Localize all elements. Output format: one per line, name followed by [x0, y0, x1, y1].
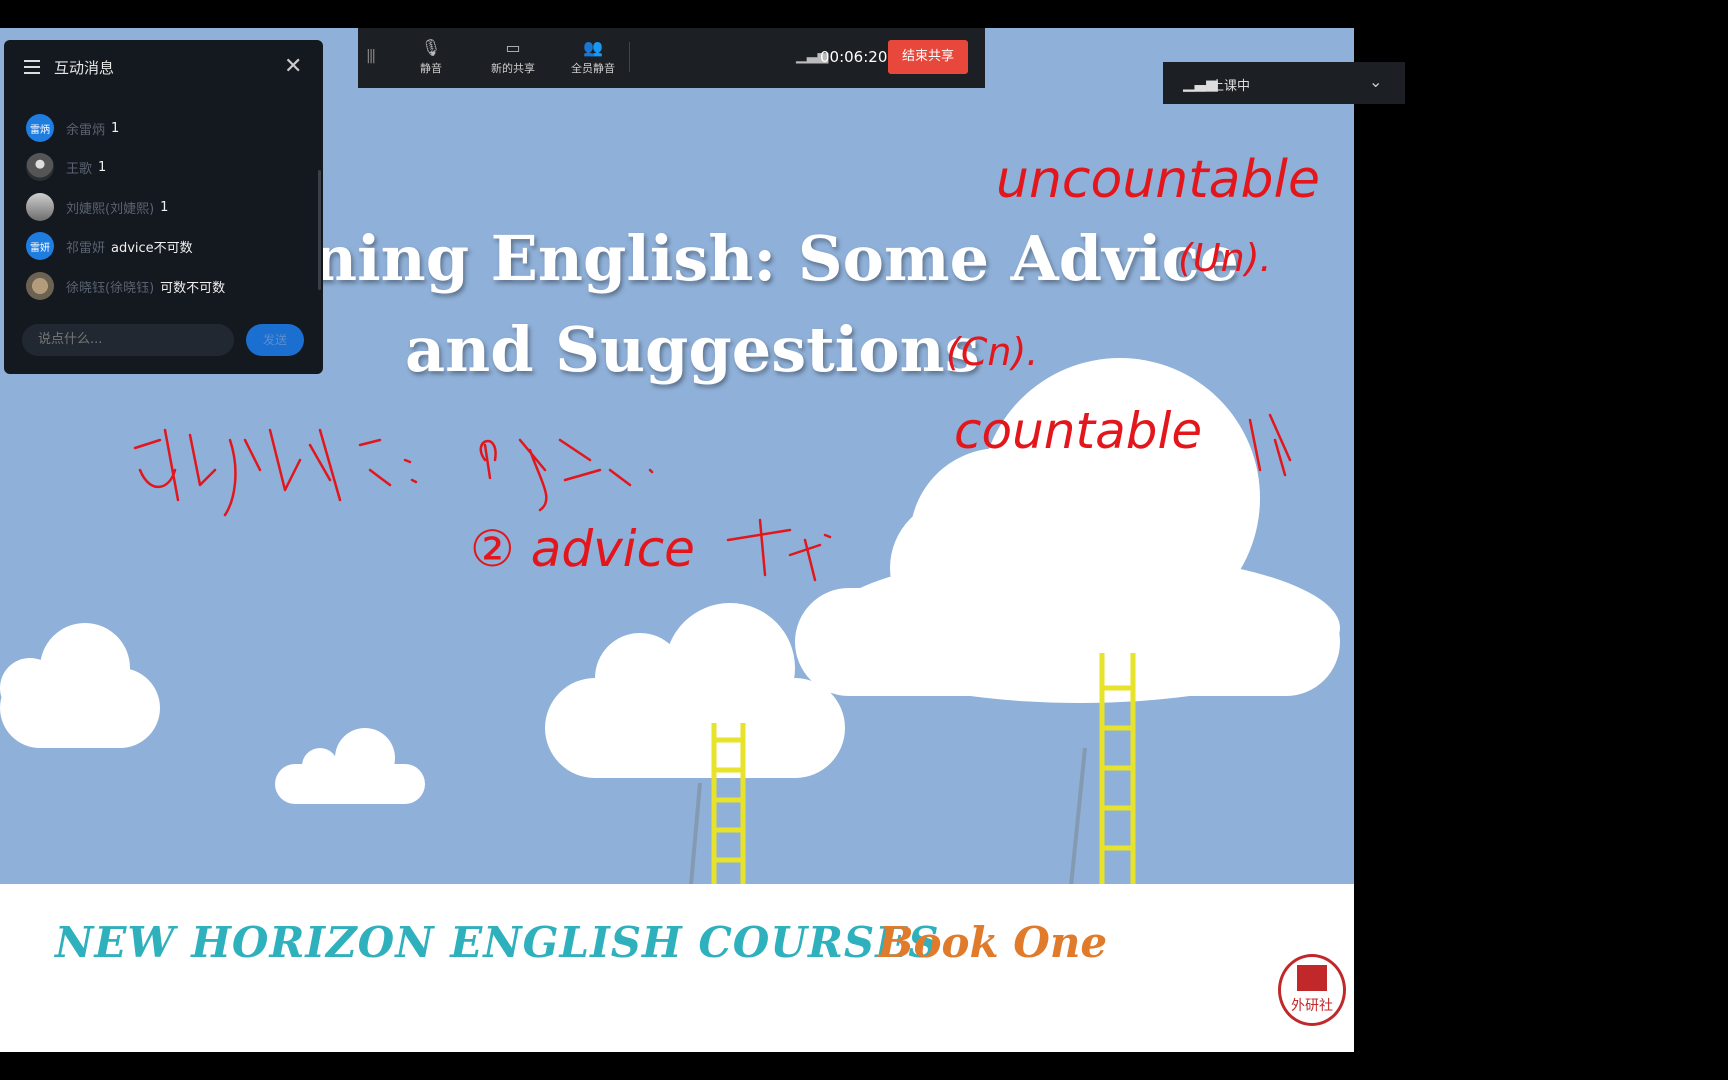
class-status-label: 上课中: [1211, 79, 1251, 94]
mute-button[interactable]: 🎙 静音: [396, 38, 466, 76]
sender-name: 徐晓钰(徐晓钰): [66, 280, 155, 296]
message-text: 1: [111, 120, 120, 136]
new-share-label: 新的共享: [491, 62, 535, 75]
chat-message: 雷炳 余雷炳 1: [26, 113, 119, 143]
sender-name: 刘婕熙(刘婕熙): [66, 201, 155, 217]
menu-icon[interactable]: [24, 60, 40, 78]
avatar: [26, 193, 54, 221]
chat-message: 徐晓钰(徐晓钰) 可数不可数: [26, 271, 225, 301]
chat-header: 互动消息 ✕: [4, 40, 323, 92]
avatar: 雷妍: [26, 232, 54, 260]
users-mute-icon: 👥: [583, 38, 603, 57]
chat-scrollbar[interactable]: [318, 170, 321, 290]
toolbar-divider: [629, 42, 630, 72]
share-toolbar: ||| 🎙 静音 ▭ 新的共享 👥 全员静音 ▁▃▅ 00:06:20 结束共享: [358, 28, 985, 88]
mute-all-button[interactable]: 👥 全员静音: [558, 38, 628, 76]
mute-all-label: 全员静音: [571, 62, 615, 75]
send-button[interactable]: 发送: [246, 324, 304, 356]
end-share-button[interactable]: 结束共享: [888, 40, 968, 74]
close-icon[interactable]: ✕: [284, 54, 302, 79]
avatar: [26, 272, 54, 300]
interactive-messages-panel: 互动消息 ✕ 雷炳 余雷炳 1 王歌 1 刘婕熙(刘婕熙) 1 雷妍 祁雷妍 a…: [4, 40, 323, 374]
chat-title: 互动消息: [54, 59, 115, 77]
chat-message: 雷妍 祁雷妍 advice不可数: [26, 231, 193, 261]
message-text: 1: [160, 199, 169, 215]
class-status-dropdown[interactable]: ▁▃▅ 上课中 ⌄: [1163, 62, 1405, 104]
message-text: 1: [98, 159, 107, 175]
message-text: advice不可数: [111, 240, 193, 256]
chevron-down-icon[interactable]: ⌄: [1369, 72, 1382, 91]
drag-handle-icon[interactable]: |||: [366, 48, 376, 64]
chat-message: 王歌 1: [26, 152, 106, 182]
avatar: 雷炳: [26, 114, 54, 142]
mute-label: 静音: [420, 62, 442, 75]
screen-share-icon: ▭: [505, 38, 521, 57]
avatar: [26, 153, 54, 181]
microphone-icon: 🎙: [420, 38, 442, 57]
message-text: 可数不可数: [160, 280, 226, 296]
sender-name: 余雷炳: [66, 122, 106, 138]
chat-message: 刘婕熙(刘婕熙) 1: [26, 192, 168, 222]
session-timer: 00:06:20: [820, 48, 888, 66]
chat-input[interactable]: 说点什么...: [22, 324, 234, 356]
sender-name: 祁雷妍: [66, 240, 106, 256]
new-share-button[interactable]: ▭ 新的共享: [478, 38, 548, 76]
sender-name: 王歌: [66, 161, 93, 177]
